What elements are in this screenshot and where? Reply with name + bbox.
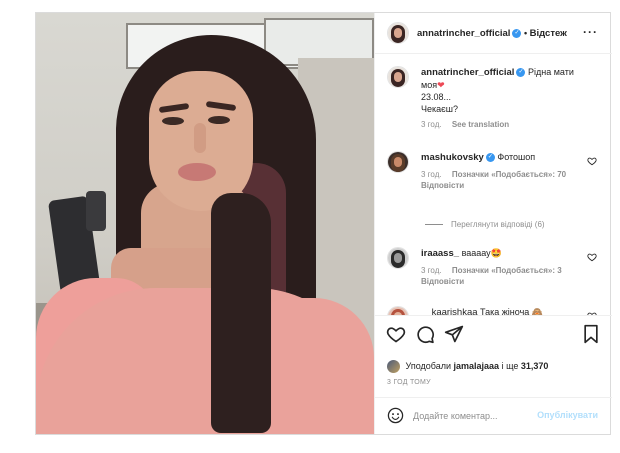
post-time: 3 ГОД ТОМУ (387, 379, 431, 386)
comment-username[interactable]: __kaarishkaa (421, 307, 478, 315)
reply-button[interactable]: Відповісти (421, 277, 464, 286)
header-username[interactable]: annatrincher_official (417, 28, 510, 39)
comment-input[interactable] (413, 407, 553, 425)
see-translation-link[interactable]: See translation (452, 120, 509, 129)
heart-icon[interactable] (386, 324, 406, 344)
send-icon[interactable] (444, 324, 464, 344)
more-horizontal-icon[interactable]: ··· (583, 25, 598, 39)
comments-list: annatrincher_official ✓ Рідна мати моя❤ 2… (375, 55, 612, 315)
caption-line-2: 23.08... (421, 92, 452, 102)
avatar[interactable] (387, 247, 409, 269)
avatar[interactable] (387, 306, 409, 315)
emoji-smile-icon[interactable] (387, 407, 404, 424)
likes-count[interactable]: 31,370 (521, 361, 549, 371)
comment-username[interactable]: iraaass_ (421, 248, 459, 259)
reply-button[interactable]: Відповісти (421, 181, 464, 190)
red-heart-icon: ❤ (437, 80, 445, 90)
heart-icon[interactable] (587, 252, 597, 262)
comment-text: ваааау🤩 (461, 248, 502, 258)
comment-time: 3 год. (421, 266, 442, 275)
post-photo[interactable] (36, 13, 374, 434)
view-replies-button[interactable]: Переглянути відповіді (6) (425, 220, 545, 229)
bookmark-icon[interactable] (581, 324, 601, 344)
caption-time: 3 год. (421, 120, 442, 129)
comment-likes-link[interactable]: Позначки «Подобається»: 70 (452, 170, 566, 179)
liker-username[interactable]: jamalajaaa (454, 361, 500, 371)
avatar[interactable] (387, 22, 409, 44)
publish-button[interactable]: Опублікувати (537, 410, 598, 420)
avatar[interactable] (387, 151, 409, 173)
comment-text: Фотошоп (497, 152, 536, 162)
heart-icon[interactable] (587, 156, 597, 166)
comment-likes-link[interactable]: Позначки «Подобається»: 3 (452, 266, 562, 275)
verified-icon: ✓ (516, 68, 526, 78)
post-header: annatrincher_official ✓ • Відстеж ··· (375, 13, 612, 54)
post-sidebar: annatrincher_official ✓ • Відстеж ··· ann… (374, 13, 612, 434)
caption-line-3: Чекаєш? (421, 104, 458, 114)
caption-username[interactable]: annatrincher_official (421, 67, 514, 78)
comment-icon[interactable] (415, 324, 435, 344)
avatar (387, 360, 400, 373)
add-comment-bar: Опублікувати (375, 397, 612, 434)
verified-icon: ✓ (512, 29, 522, 39)
likes-summary[interactable]: Уподобали jamalajaaa і ще 31,370 (387, 360, 548, 373)
comment-time: 3 год. (421, 170, 442, 179)
comment-username[interactable]: mashukovsky (421, 152, 484, 163)
comment-text: Така жіноча 🙈 (480, 307, 543, 315)
post-card: annatrincher_official ✓ • Відстеж ··· ann… (35, 12, 612, 435)
verified-icon: ✓ (485, 153, 495, 163)
avatar[interactable] (387, 66, 409, 88)
follow-button[interactable]: Відстеж (530, 28, 567, 39)
